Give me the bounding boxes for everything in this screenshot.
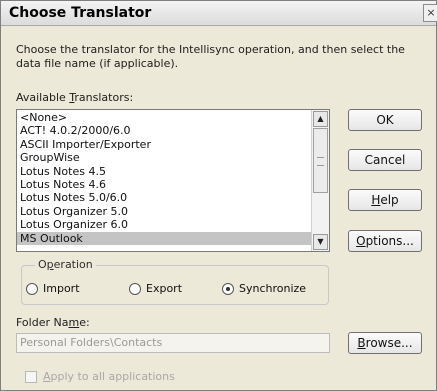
list-item[interactable]: Lotus Organizer 6.0 — [17, 218, 313, 231]
list-item[interactable]: ACT! 4.0.2/2000/6.0 — [17, 124, 313, 137]
list-item[interactable]: <None> — [17, 111, 313, 124]
dialog-title: Choose Translator — [9, 5, 152, 21]
browse-button[interactable]: Browse... — [348, 332, 422, 354]
list-item[interactable]: GroupWise — [17, 151, 313, 164]
synchronize-radio-label: Synchronize — [239, 282, 307, 295]
folder-name-label: Folder Name: — [16, 316, 90, 329]
synchronize-radio[interactable] — [222, 283, 234, 295]
radio-selected-dot — [226, 287, 230, 291]
folder-name-field[interactable]: Personal Folders\Contacts — [16, 333, 330, 353]
list-item[interactable]: ASCII Importer/Exporter — [17, 138, 313, 151]
close-icon[interactable]: × — [423, 4, 437, 22]
instructions-text: Choose the translator for the Intellisyn… — [16, 43, 405, 70]
help-button[interactable]: Help — [348, 189, 422, 211]
choose-translator-dialog: Choose Translator × Choose the translato… — [0, 0, 437, 391]
list-item[interactable]: Lotus Notes 4.6 — [17, 178, 313, 191]
vertical-scrollbar[interactable]: ▲ ▼ — [311, 110, 329, 251]
translators-listbox[interactable]: <None> ACT! 4.0.2/2000/6.0 ASCII Importer/… — [16, 109, 330, 252]
import-radio[interactable] — [26, 283, 38, 295]
title-bar: Choose Translator × — [1, 1, 437, 26]
apply-all-label: Apply to all applications — [43, 370, 175, 383]
translator-list[interactable]: <None> ACT! 4.0.2/2000/6.0 ASCII Importer/… — [17, 111, 313, 245]
ok-button[interactable]: OK — [348, 109, 422, 131]
options-button[interactable]: Options... — [348, 230, 422, 252]
list-item[interactable]: Lotus Notes 4.5 — [17, 165, 313, 178]
cancel-button[interactable]: Cancel — [348, 149, 422, 171]
export-radio-label: Export — [146, 282, 183, 295]
scrollbar-thumb[interactable] — [313, 128, 328, 193]
operation-group-title: Operation — [35, 258, 96, 271]
list-item[interactable]: MS Outlook — [17, 231, 313, 245]
scroll-up-icon[interactable]: ▲ — [313, 111, 328, 127]
scroll-down-icon[interactable]: ▼ — [313, 234, 328, 250]
list-item[interactable]: Lotus Notes 5.0/6.0 — [17, 191, 313, 204]
apply-all-checkbox[interactable] — [25, 371, 37, 383]
import-radio-label: Import — [43, 282, 80, 295]
available-translators-label: Available Translators: — [16, 91, 134, 104]
grip-icon — [317, 157, 324, 166]
export-radio[interactable] — [129, 283, 141, 295]
list-item[interactable]: Lotus Organizer 5.0 — [17, 205, 313, 218]
